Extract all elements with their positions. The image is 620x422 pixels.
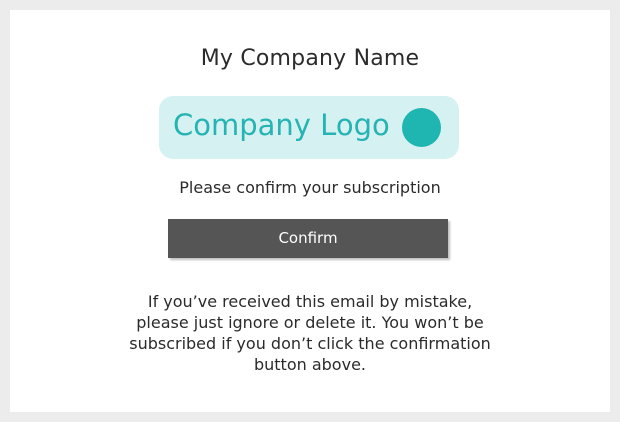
disclaimer-line: button above. — [253, 355, 366, 374]
company-logo: Company Logo — [159, 96, 459, 159]
logo-text: Company Logo — [173, 108, 390, 142]
disclaimer-line: subscribed if you don’t click the confir… — [129, 334, 491, 353]
disclaimer-line: If you’ve received this email by mistake… — [147, 292, 473, 311]
disclaimer-line: please just ignore or delete it. You won… — [136, 313, 484, 332]
confirmation-prompt: Please confirm your subscription — [179, 178, 441, 197]
confirm-button[interactable]: Confirm — [168, 219, 448, 258]
disclaimer-text: If you’ve received this email by mistake… — [100, 291, 520, 375]
company-name: My Company Name — [200, 46, 420, 71]
email-card: My Company Name Company Logo Please conf… — [10, 10, 610, 412]
circle-icon — [402, 108, 441, 147]
